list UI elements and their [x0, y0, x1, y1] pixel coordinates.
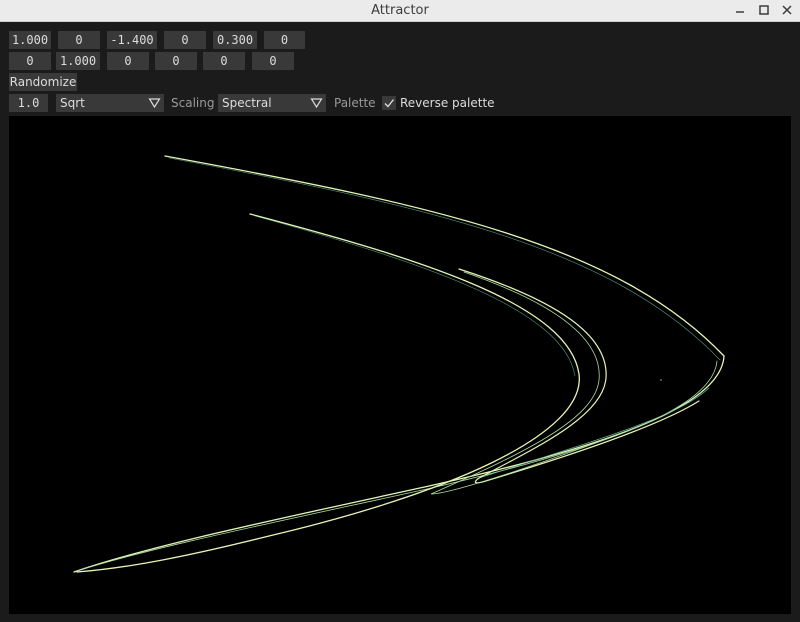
palette-selected: Spectral: [222, 96, 272, 110]
palette-label: Palette: [334, 96, 376, 110]
param-input-row2-2[interactable]: 1.000: [56, 52, 100, 70]
param-input-row2-6[interactable]: 0: [252, 52, 294, 70]
attractor-plot: [73, 155, 725, 573]
param-input-row1-6[interactable]: 0: [264, 31, 305, 49]
param-input-row2-3[interactable]: 0: [107, 52, 149, 70]
close-button[interactable]: [778, 2, 796, 18]
attractor-curve-outer-lower-c: [478, 387, 710, 479]
checkmark-icon: [384, 99, 395, 108]
minimize-button[interactable]: [731, 2, 749, 18]
attractor-curve-hook-b: [430, 271, 610, 495]
scaling-selected: Sqrt: [60, 96, 85, 110]
param-input-row2-1[interactable]: 0: [9, 52, 51, 70]
app-window: Attractor 1.000 0 -1.400 0 0.300 0 0 1.0…: [0, 0, 800, 622]
scaling-label: Scaling: [171, 96, 215, 110]
attractor-curve-outer: [164, 155, 725, 357]
close-icon: [782, 5, 792, 15]
maximize-icon: [759, 5, 769, 15]
minimize-icon: [736, 11, 744, 13]
attractor-curve-inner: [76, 213, 580, 573]
reverse-palette-label: Reverse palette: [400, 96, 495, 110]
chevron-down-icon: [310, 98, 323, 109]
attractor-point: [660, 379, 662, 381]
maximize-button[interactable]: [755, 2, 773, 18]
param-input-row1-4[interactable]: 0: [164, 31, 206, 49]
window-title: Attractor: [371, 3, 429, 18]
param-input-row1-1[interactable]: 1.000: [9, 31, 51, 49]
randomize-button[interactable]: Randomize: [9, 73, 77, 91]
chevron-down-icon: [148, 98, 161, 109]
palette-dropdown[interactable]: Spectral: [218, 94, 326, 112]
param-input-row1-2[interactable]: 0: [58, 31, 100, 49]
param-input-row1-5[interactable]: 0.300: [213, 31, 257, 49]
param-input-row2-5[interactable]: 0: [203, 52, 245, 70]
exponent-input[interactable]: 1.0: [9, 94, 48, 112]
attractor-curve-outer-lower: [73, 355, 725, 573]
param-input-row2-4[interactable]: 0: [155, 52, 197, 70]
reverse-palette-checkbox[interactable]: [382, 96, 396, 110]
title-bar: Attractor: [0, 0, 800, 22]
attractor-canvas[interactable]: [9, 116, 791, 614]
param-input-row1-3[interactable]: -1.400: [107, 31, 157, 49]
scaling-dropdown[interactable]: Sqrt: [56, 94, 164, 112]
attractor-curve-outer-b: [168, 157, 721, 361]
attractor-curve-outer-lower-b: [76, 360, 718, 572]
